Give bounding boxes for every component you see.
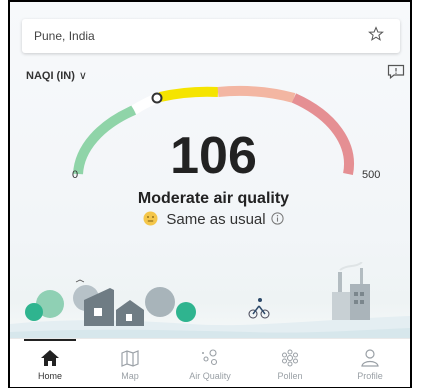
nav-map[interactable]: Map xyxy=(90,339,170,387)
factory xyxy=(332,262,370,320)
nav-air-quality-label: Air Quality xyxy=(189,371,231,381)
nav-air-quality[interactable]: Air Quality xyxy=(170,339,250,387)
profile-icon xyxy=(361,349,379,367)
neutral-face-icon xyxy=(143,211,158,226)
air-quality-status: Moderate air quality xyxy=(137,190,290,207)
home-icon xyxy=(41,350,59,366)
cyclist xyxy=(248,298,270,319)
nav-profile[interactable]: Profile xyxy=(330,339,410,387)
aqi-scale-selector[interactable]: NAQI (IN) ∨ xyxy=(26,69,87,82)
nav-profile-label: Profile xyxy=(357,371,383,381)
aqi-trend: Same as usual xyxy=(0,211,427,228)
aqi-scale-label: NAQI (IN) xyxy=(26,70,75,82)
aqi-trend-text: Same as usual xyxy=(166,211,266,228)
info-icon[interactable] xyxy=(271,212,284,225)
location-search-bar[interactable]: Pune, India xyxy=(22,19,400,53)
gauge-segment-poor xyxy=(217,86,296,103)
air-quality-icon xyxy=(202,349,218,366)
nav-home[interactable]: Home xyxy=(10,339,90,387)
gauge-marker xyxy=(151,92,163,104)
pollen-icon xyxy=(282,349,298,367)
map-icon xyxy=(121,350,139,367)
feedback-icon[interactable] xyxy=(387,64,405,79)
nav-pollen[interactable]: Pollen xyxy=(250,339,330,387)
nav-map-label: Map xyxy=(121,371,139,381)
gauge-segment-moderate xyxy=(158,86,219,102)
aqi-value: 106 xyxy=(170,127,257,185)
bottom-navigation: Home Map Air Quality Pollen Profile xyxy=(10,338,410,387)
favorite-star-icon[interactable] xyxy=(368,26,384,42)
nav-home-label: Home xyxy=(37,371,62,381)
nav-pollen-label: Pollen xyxy=(277,371,303,381)
location-text: Pune, India xyxy=(34,29,95,43)
chevron-down-icon: ∨ xyxy=(78,70,87,82)
city-illustration xyxy=(10,262,410,338)
